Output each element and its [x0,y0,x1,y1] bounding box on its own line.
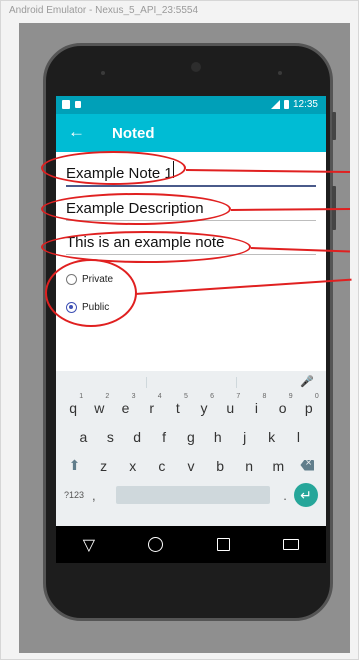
phone-screen: 12:35 ← Noted Example Note 1 Example Des… [56,96,326,563]
suggestion-strip: 🎤 [56,371,326,393]
sd-card-icon [62,100,70,109]
app-bar: ← Noted [56,114,326,152]
key-x[interactable]: x [123,458,143,474]
back-arrow-icon[interactable]: ← [68,122,85,142]
enter-arrow-icon: ↵ [300,486,312,503]
nav-home-icon[interactable] [148,537,164,552]
key-f[interactable]: f [154,429,174,445]
space-bar[interactable] [116,486,270,504]
backspace-icon [300,459,315,471]
keyboard-row-3: ⬆ z x c v b n m [56,451,326,480]
speaker-dot [101,71,105,75]
key-d[interactable]: d [127,429,147,445]
key-u[interactable]: u7 [220,393,240,416]
radio-private-button[interactable] [66,273,77,285]
symbols-key[interactable]: ?123 [64,490,92,500]
key-o[interactable]: o9 [273,393,293,416]
shift-icon[interactable]: ⬆ [65,457,85,474]
key-l[interactable]: l [288,429,308,445]
key-t[interactable]: t5 [168,393,188,416]
sensor-dot [278,71,282,75]
text-cursor [173,161,174,178]
status-time: 12:35 [292,99,318,110]
key-v[interactable]: v [181,458,201,474]
note-form: Private Public [56,152,326,321]
radio-public-button[interactable] [66,301,77,313]
visibility-radio-group: Private Public [64,265,318,321]
suggestion-divider [236,377,237,388]
soft-keyboard: 🎤 q1 w2 e3 r4 t5 y6 u7 i8 o9 p0 a s d f … [56,371,326,526]
description-field-container [66,187,316,221]
key-b[interactable]: b [210,458,230,474]
key-p[interactable]: p0 [299,393,319,416]
suggestion-divider [146,377,147,388]
keyboard-bottom-row: ?123 , . ↵ [56,480,326,510]
key-r[interactable]: r4 [142,393,161,416]
key-k[interactable]: k [262,429,282,445]
key-h[interactable]: h [208,429,228,445]
key-s[interactable]: s [100,429,120,445]
key-e[interactable]: e3 [115,393,136,416]
front-camera [191,62,201,72]
keyboard-row-1: q1 w2 e3 r4 t5 y6 u7 i8 o9 p0 [56,393,326,422]
key-q[interactable]: q1 [63,393,83,416]
key-c[interactable]: c [152,458,172,474]
status-bar: 12:35 [56,96,326,114]
radio-private-label: Private [82,273,114,285]
radio-public-label: Public [82,301,110,313]
key-j[interactable]: j [235,429,255,445]
key-w[interactable]: w2 [89,393,109,416]
key-a[interactable]: a [73,429,93,445]
period-key[interactable]: . [276,488,294,503]
phone-device: 12:35 ← Noted Example Note 1 Example Des… [43,43,336,621]
key-z[interactable]: z [94,458,114,474]
key-y[interactable]: y6 [194,393,215,416]
microphone-icon[interactable]: 🎤 [300,375,314,388]
key-i[interactable]: i8 [246,393,267,416]
radio-public[interactable]: Public [66,293,318,321]
title-input[interactable] [66,165,316,182]
backspace-key[interactable] [297,458,317,474]
signal-icon [270,100,280,109]
navigation-bar: ▽ [56,526,326,563]
keyboard-switch-icon[interactable] [283,539,300,550]
emulator-window: Android Emulator - Nexus_5_API_23:5554 1… [0,0,359,660]
nav-recents-icon[interactable] [216,538,230,551]
key-m[interactable]: m [268,458,288,474]
keyboard-row-2: a s d f g h j k l [56,422,326,451]
comma-key[interactable]: , [92,488,110,503]
app-title: Noted [112,125,155,142]
battery-icon [283,100,289,109]
volume-button[interactable] [332,112,336,140]
key-n[interactable]: n [239,458,259,474]
key-g[interactable]: g [181,429,201,445]
nav-back-icon[interactable]: ▽ [83,535,95,555]
emulator-title: Android Emulator - Nexus_5_API_23:5554 [9,5,199,16]
enter-key[interactable]: ↵ [294,483,318,507]
notification-icon [75,101,81,108]
